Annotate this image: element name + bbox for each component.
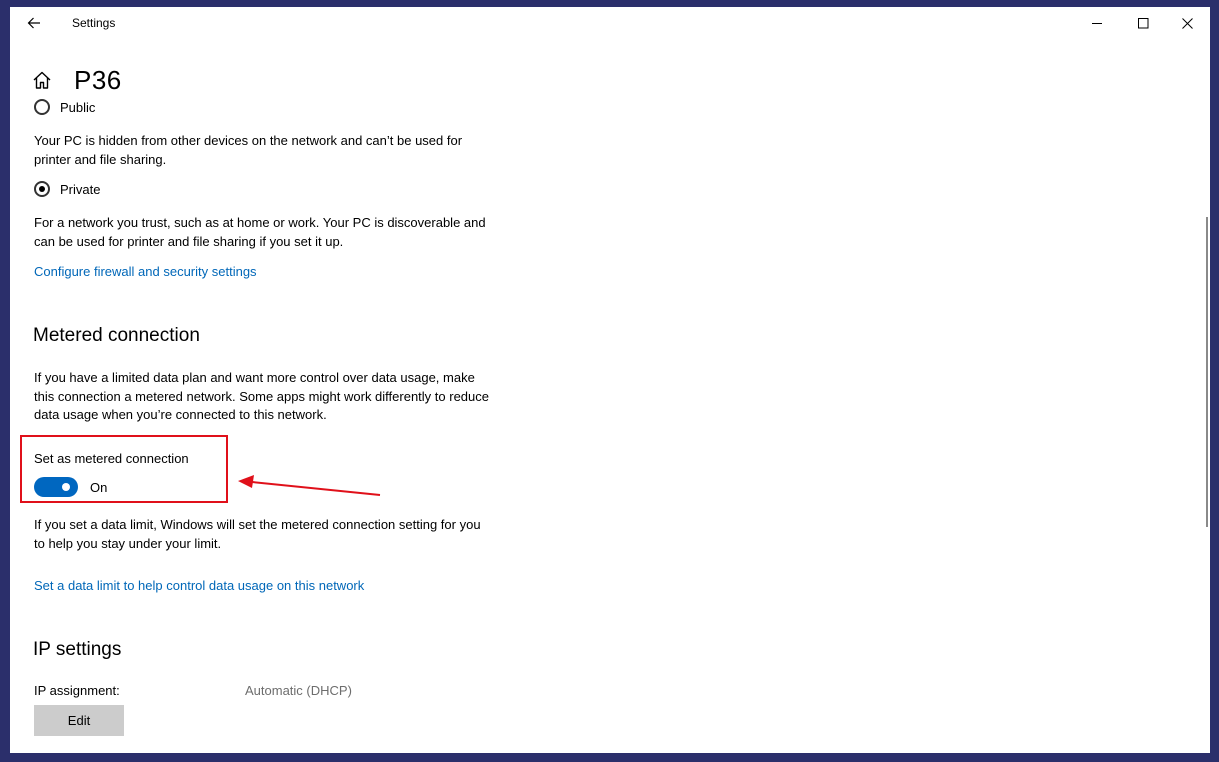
close-button[interactable] bbox=[1164, 7, 1210, 39]
ip-settings-heading: IP settings bbox=[33, 639, 122, 660]
page-title: P36 bbox=[74, 64, 122, 95]
minimize-icon bbox=[1091, 22, 1102, 24]
back-button[interactable] bbox=[20, 11, 48, 35]
radio-public-label: Public bbox=[60, 99, 96, 115]
private-description: For a network you trust, such as at home… bbox=[34, 215, 486, 249]
firewall-settings-link[interactable]: Configure firewall and security settings bbox=[34, 264, 257, 279]
toggle-knob bbox=[62, 483, 70, 491]
metered-toggle-row[interactable]: On bbox=[34, 477, 107, 497]
data-limit-description: If you set a data limit, Windows will se… bbox=[34, 517, 481, 551]
metered-toggle-label: Set as metered connection bbox=[34, 451, 189, 466]
metered-description: If you have a limited data plan and want… bbox=[34, 370, 489, 422]
maximize-button[interactable] bbox=[1120, 7, 1166, 39]
data-limit-link[interactable]: Set a data limit to help control data us… bbox=[34, 578, 364, 593]
public-description: Your PC is hidden from other devices on … bbox=[34, 133, 463, 167]
edit-button[interactable]: Edit bbox=[34, 705, 124, 736]
radio-public[interactable]: Public bbox=[34, 99, 95, 115]
metered-toggle-state: On bbox=[90, 479, 108, 495]
ip-assignment-value: Automatic (DHCP) bbox=[245, 683, 352, 698]
scrollbar[interactable] bbox=[1206, 217, 1208, 527]
radio-private-circle[interactable] bbox=[34, 181, 50, 197]
metered-toggle[interactable] bbox=[34, 477, 78, 497]
close-icon bbox=[1181, 17, 1193, 29]
minimize-button[interactable] bbox=[1074, 7, 1120, 39]
title-bar: Settings bbox=[10, 7, 1210, 39]
settings-window: Settings P36 Public Your PC is hidden fr… bbox=[10, 7, 1210, 753]
radio-public-circle[interactable] bbox=[34, 99, 50, 115]
metered-heading: Metered connection bbox=[33, 325, 200, 346]
page-header: P36 bbox=[32, 63, 122, 97]
back-arrow-icon bbox=[27, 17, 40, 29]
ip-assignment-label: IP assignment: bbox=[34, 683, 120, 698]
radio-private[interactable]: Private bbox=[34, 181, 100, 197]
radio-private-label: Private bbox=[60, 181, 101, 197]
app-title: Settings bbox=[72, 16, 116, 30]
home-icon[interactable] bbox=[32, 69, 54, 91]
maximize-icon bbox=[1137, 17, 1148, 28]
